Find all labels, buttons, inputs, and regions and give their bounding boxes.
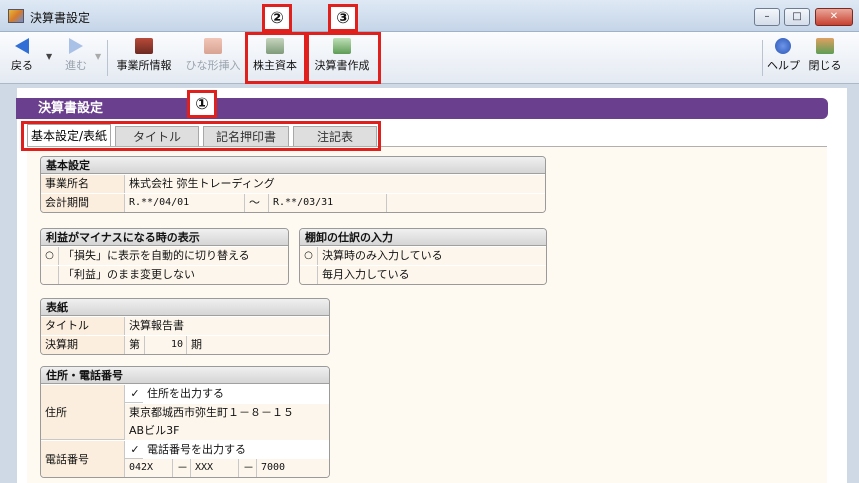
template-insert-button[interactable]: ひな形挿入	[182, 36, 244, 80]
section-title: 決算書設定	[16, 98, 828, 119]
group-header: 棚卸の仕訳の入力	[300, 229, 546, 246]
phone-exchange-field[interactable]: XXX	[191, 459, 239, 477]
forward-arrow-icon	[69, 38, 83, 54]
office-info-button[interactable]: 事業所情報	[112, 36, 176, 80]
term-row: 決算期 第 10 期	[41, 336, 329, 354]
period-to-field[interactable]: R.**/03/31	[269, 194, 387, 212]
period-label: 会計期間	[41, 194, 125, 212]
highlight-tabs	[21, 121, 381, 151]
period-from-field[interactable]: R.**/04/01	[125, 194, 245, 212]
address-line1-field[interactable]: 東京都城西市弥生町１－８－１５	[125, 404, 329, 422]
period-filler	[387, 194, 545, 212]
exit-door-icon	[816, 38, 834, 54]
title-bar: 決算書設定 – □ ✕	[0, 0, 859, 32]
group-header: 住所・電話番号	[41, 367, 329, 384]
address-label: 住所	[41, 385, 125, 440]
maximize-button[interactable]: □	[784, 8, 810, 26]
toolbar: 戻る ▼ 進む ▼ 事業所情報 ひな形挿入 株主資本 決算書作成 ヘルプ 閉じる	[0, 32, 859, 84]
help-icon	[775, 38, 791, 54]
phone-number-field[interactable]: 7000	[257, 459, 329, 477]
phone-area-field[interactable]: 042X	[125, 459, 173, 477]
term-field[interactable]: 10	[145, 336, 187, 354]
address-checkbox-label[interactable]: 住所を出力する	[143, 385, 329, 403]
phone-separator: －	[239, 459, 257, 477]
phone-checkbox-row[interactable]: ✓ 電話番号を出力する	[125, 441, 329, 459]
building-icon	[135, 38, 153, 54]
phone-checkbox-label[interactable]: 電話番号を出力する	[143, 441, 329, 459]
address-phone-group: 住所・電話番号 住所 ✓ 住所を出力する 東京都城西市弥生町１－８－１５ ABビ…	[40, 366, 330, 478]
office-field[interactable]: 株式会社 弥生トレーディング	[125, 175, 545, 193]
close-window-button[interactable]: ✕	[815, 8, 853, 26]
address-checkbox[interactable]: ✓	[127, 385, 143, 403]
inventory-radio[interactable]	[300, 266, 318, 284]
callout-2: ②	[262, 4, 292, 32]
window-title: 決算書設定	[30, 11, 91, 25]
period-row: 会計期間 R.**/04/01 ～ R.**/03/31	[41, 194, 545, 212]
inventory-option-row[interactable]: ○ 決算時のみ入力している	[300, 247, 546, 265]
inventory-radio-selected[interactable]: ○	[300, 247, 318, 265]
inventory-option-row[interactable]: 毎月入力している	[300, 266, 546, 284]
term-suffix: 期	[187, 336, 329, 354]
term-prefix: 第	[125, 336, 145, 354]
phone-fields-row: 042X － XXX － 7000	[125, 459, 329, 477]
office-row: 事業所名 株式会社 弥生トレーディング	[41, 175, 545, 193]
phone-label: 電話番号	[41, 441, 125, 477]
forward-button[interactable]: 進む	[62, 36, 90, 80]
close-button[interactable]: 閉じる	[806, 36, 844, 80]
basic-settings-group: 基本設定 事業所名 株式会社 弥生トレーディング 会計期間 R.**/04/01…	[40, 156, 546, 213]
loss-display-group: 利益がマイナスになる時の表示 ○ 「損失」に表示を自動的に切り替える 「利益」の…	[40, 228, 289, 285]
cover-title-label: タイトル	[41, 317, 125, 335]
cover-title-field[interactable]: 決算報告書	[125, 317, 329, 335]
address-line2-row: ABビル3F	[125, 422, 329, 440]
template-icon	[204, 38, 222, 54]
inventory-entry-group: 棚卸の仕訳の入力 ○ 決算時のみ入力している 毎月入力している	[299, 228, 547, 285]
office-label: 事業所名	[41, 175, 125, 193]
cover-group: 表紙 タイトル 決算報告書 決算期 第 10 期	[40, 298, 330, 355]
highlight-shareholders-equity	[245, 32, 307, 84]
cover-title-row: タイトル 決算報告書	[41, 317, 329, 335]
address-line2-field[interactable]: ABビル3F	[125, 422, 329, 440]
forward-dropdown-icon[interactable]: ▼	[95, 52, 101, 61]
group-header: 利益がマイナスになる時の表示	[41, 229, 288, 246]
loss-option-row[interactable]: ○ 「損失」に表示を自動的に切り替える	[41, 247, 288, 265]
address-line1-row: 東京都城西市弥生町１－８－１５	[125, 404, 329, 422]
loss-option-keep[interactable]: 「利益」のまま変更しない	[59, 266, 288, 284]
back-arrow-icon	[15, 38, 29, 54]
highlight-create-statements	[306, 32, 381, 84]
back-dropdown-icon[interactable]: ▼	[46, 52, 52, 61]
group-header: 基本設定	[41, 157, 545, 174]
term-label: 決算期	[41, 336, 125, 354]
loss-radio-selected[interactable]: ○	[41, 247, 59, 265]
toolbar-separator	[107, 40, 108, 76]
help-button[interactable]: ヘルプ	[767, 36, 800, 80]
period-separator: ～	[245, 194, 269, 212]
back-button[interactable]: 戻る	[8, 36, 36, 80]
inventory-option-closing[interactable]: 決算時のみ入力している	[318, 247, 546, 265]
phone-separator: －	[173, 459, 191, 477]
minimize-button[interactable]: –	[754, 8, 780, 26]
phone-checkbox[interactable]: ✓	[127, 441, 143, 459]
group-header: 表紙	[41, 299, 329, 316]
app-icon	[8, 9, 24, 23]
loss-radio[interactable]	[41, 266, 59, 284]
address-checkbox-row[interactable]: ✓ 住所を出力する	[125, 385, 329, 403]
inventory-option-monthly[interactable]: 毎月入力している	[318, 266, 546, 284]
loss-option-row[interactable]: 「利益」のまま変更しない	[41, 266, 288, 284]
loss-option-auto[interactable]: 「損失」に表示を自動的に切り替える	[59, 247, 288, 265]
callout-3: ③	[328, 4, 358, 32]
toolbar-separator	[762, 40, 763, 76]
callout-1: ①	[187, 90, 217, 118]
